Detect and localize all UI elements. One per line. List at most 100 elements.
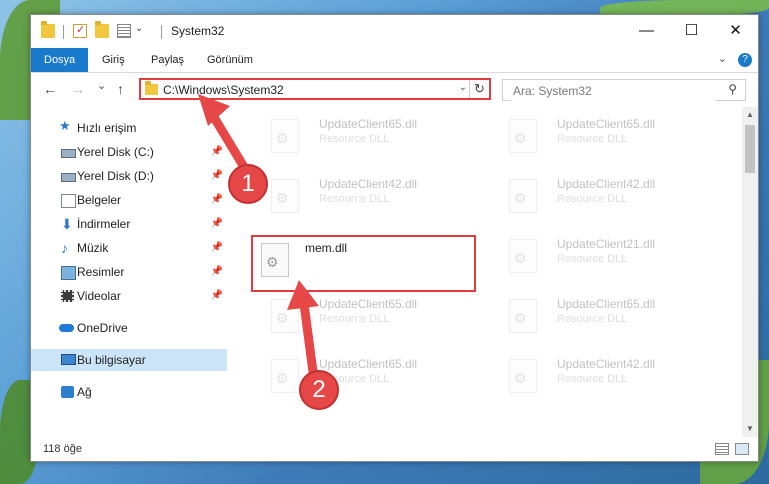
file-item[interactable]: UpdateClient65.dll Resource DLL <box>485 293 695 345</box>
file-description: Resource DLL <box>557 133 628 145</box>
sidebar-item-downloads[interactable]: ⬇ İndirmeler 📌 <box>31 213 227 235</box>
file-description: Resource DLL <box>319 133 390 145</box>
file-name: UpdateClient65.dll <box>557 117 656 131</box>
sidebar-item-label: Ağ <box>77 385 92 399</box>
computer-icon <box>61 354 76 365</box>
refresh-button[interactable]: ↻ <box>469 80 489 98</box>
pin-icon[interactable]: 📌 <box>211 285 223 307</box>
minimize-button[interactable]: — <box>624 15 669 47</box>
dll-file-icon <box>509 239 537 273</box>
tab-share[interactable]: Paylaş <box>143 48 192 72</box>
dll-file-icon <box>509 179 537 213</box>
scrollbar-thumb[interactable] <box>745 125 755 173</box>
sidebar-item-documents[interactable]: Belgeler 📌 <box>31 189 227 211</box>
file-description: Resource DLL <box>557 253 628 265</box>
forward-button[interactable]: → <box>71 81 85 97</box>
tab-view[interactable]: Görünüm <box>199 48 261 72</box>
sidebar-item-videos[interactable]: Videolar 📌 <box>31 285 227 307</box>
chevron-down-icon[interactable]: ⌄ <box>718 53 727 65</box>
sidebar-item-label: Hızlı erişim <box>77 121 137 135</box>
file-name: UpdateClient65.dll <box>557 297 656 311</box>
dll-file-icon <box>509 119 537 153</box>
video-icon <box>61 290 74 302</box>
callout-badge-1: 1 <box>228 164 268 204</box>
dll-file-icon <box>509 359 537 393</box>
file-item[interactable]: UpdateClient21.dll Resource DLL <box>485 233 695 285</box>
search-box[interactable]: ⚲ <box>502 79 746 101</box>
explorer-window: ⌄ System32 — ☐ ✕ Dosya Giriş Paylaş Görü… <box>30 14 759 462</box>
file-name: UpdateClient42.dll <box>557 177 656 191</box>
pin-icon[interactable]: 📌 <box>211 237 223 259</box>
chevron-down-icon[interactable]: ⌄ <box>459 82 467 93</box>
close-button[interactable]: ✕ <box>713 15 758 47</box>
maximize-button[interactable]: ☐ <box>669 15 714 47</box>
sidebar-item-label: Bu bilgisayar <box>77 353 146 367</box>
music-icon: ♪ <box>61 240 68 256</box>
sidebar-item-label: Müzik <box>77 241 109 255</box>
ribbon-controls: ⌄ ? <box>718 52 752 67</box>
vertical-scrollbar[interactable]: ▲ ▼ <box>742 107 758 437</box>
pin-icon[interactable]: 📌 <box>211 261 223 283</box>
search-input[interactable] <box>511 81 715 101</box>
file-name: UpdateClient42.dll <box>557 357 656 371</box>
details-view-icon[interactable] <box>715 443 729 455</box>
onedrive-icon <box>59 324 74 332</box>
sidebar-item-label: Yerel Disk (C:) <box>77 145 154 159</box>
file-item[interactable]: UpdateClient65.dll Resource DLL <box>485 113 695 165</box>
star-icon: ★ <box>59 118 71 133</box>
scroll-down-button[interactable]: ▼ <box>742 421 758 437</box>
up-button[interactable]: ↑ <box>117 81 124 97</box>
large-icons-view-icon[interactable] <box>735 443 749 455</box>
dll-file-icon <box>509 299 537 333</box>
chevron-down-icon[interactable]: ⌄ <box>135 23 149 37</box>
back-button[interactable]: ← <box>43 81 57 97</box>
item-count: 118 öğe <box>43 443 82 455</box>
pin-icon[interactable]: 📌 <box>211 189 223 211</box>
drive-icon <box>61 149 76 158</box>
sidebar-item-label: Yerel Disk (D:) <box>77 169 154 183</box>
sidebar-item-music[interactable]: ♪ Müzik 📌 <box>31 237 227 259</box>
search-icon[interactable]: ⚲ <box>728 82 737 96</box>
folder-icon <box>145 81 158 95</box>
scroll-up-button[interactable]: ▲ <box>742 107 758 123</box>
sidebar-item-this-pc[interactable]: Bu bilgisayar <box>31 349 227 371</box>
callout-arrow-2 <box>287 280 319 377</box>
sidebar-item-label: Belgeler <box>77 193 122 207</box>
divider <box>161 25 162 39</box>
pin-icon[interactable]: 📌 <box>211 213 223 235</box>
help-icon[interactable]: ? <box>738 53 752 67</box>
sidebar-item-label: Resimler <box>77 265 125 279</box>
divider <box>63 25 64 39</box>
file-description: Resource DLL <box>557 193 628 205</box>
folder-icon <box>41 21 55 38</box>
tab-home[interactable]: Giriş <box>94 48 133 72</box>
documents-icon <box>61 194 76 208</box>
file-name: UpdateClient42.dll <box>319 177 418 191</box>
title-bar: ⌄ System32 — ☐ ✕ <box>31 15 758 47</box>
network-icon <box>61 386 74 398</box>
file-item[interactable]: UpdateClient42.dll Resource DLL <box>485 173 695 225</box>
file-description: Resource DLL <box>319 193 390 205</box>
file-item[interactable]: UpdateClient42.dll Resource DLL <box>485 353 695 405</box>
properties-icon[interactable] <box>73 23 87 38</box>
pictures-icon <box>61 266 76 280</box>
rename-icon[interactable] <box>117 24 131 38</box>
dll-file-icon <box>271 179 299 213</box>
ribbon-tabs: Dosya Giriş Paylaş Görünüm ⌄ ? <box>31 48 758 73</box>
recent-locations-button[interactable]: ⌄ <box>97 79 106 92</box>
callout-badge-2: 2 <box>299 370 339 410</box>
download-icon: ⬇ <box>61 216 73 232</box>
file-name: UpdateClient21.dll <box>557 237 656 251</box>
sidebar-item-onedrive[interactable]: OneDrive <box>31 317 227 339</box>
drive-icon <box>61 173 76 182</box>
status-bar: 118 öğe <box>31 439 758 461</box>
tab-file[interactable]: Dosya <box>31 48 89 72</box>
sidebar-item-pictures[interactable]: Resimler 📌 <box>31 261 227 283</box>
sidebar-item-network[interactable]: Ağ <box>31 381 227 403</box>
new-folder-icon[interactable] <box>95 21 109 38</box>
sidebar-item-label: Videolar <box>77 289 121 303</box>
navigation-bar: ← → ⌄ ↑ C:\Windows\System32 ⌄ ↻ ⚲ <box>31 75 758 105</box>
file-description: Resource DLL <box>557 373 628 385</box>
sidebar-item-label: OneDrive <box>77 321 128 335</box>
file-name: UpdateClient65.dll <box>319 117 418 131</box>
